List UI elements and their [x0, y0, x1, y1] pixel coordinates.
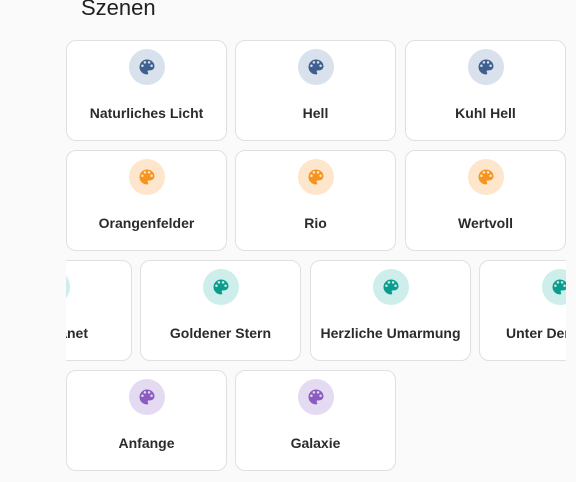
scene-row: Anfange Galaxie: [0, 370, 576, 471]
palette-icon: [202, 269, 239, 305]
palette-icon: [372, 269, 409, 305]
scene-label: Anfange: [118, 435, 175, 451]
palette-icon: [128, 159, 165, 195]
scene-row-scroller[interactable]: anet Goldener Stern Herzliche Umarmung U…: [66, 260, 566, 361]
scene-card[interactable]: Anfange: [66, 370, 227, 471]
scene-label: Goldener Stern: [169, 325, 272, 341]
palette-icon: [66, 269, 70, 305]
scene-label: Orangenfelder: [98, 215, 195, 231]
scene-label: Rio: [304, 215, 327, 231]
scene-label: Naturliches Licht: [89, 105, 204, 121]
palette-icon: [467, 49, 504, 85]
section-title: Szenen: [81, 0, 156, 20]
scene-card[interactable]: Rio: [235, 150, 396, 251]
scene-label: Herzliche Umarmung: [320, 325, 461, 341]
palette-icon: [128, 49, 165, 85]
scene-card[interactable]: Galaxie: [235, 370, 396, 471]
palette-icon: [297, 159, 334, 195]
scene-card[interactable]: Orangenfelder: [66, 150, 227, 251]
palette-icon: [297, 379, 334, 415]
scene-label: Kuhl Hell: [455, 105, 516, 121]
scene-card[interactable]: Naturliches Licht: [66, 40, 227, 141]
scene-label: Unter Den: [506, 325, 566, 341]
scene-label: anet: [66, 325, 88, 341]
scene-card[interactable]: Goldener Stern: [140, 260, 301, 361]
scene-card[interactable]: Hell: [235, 40, 396, 141]
scene-label: Wertvoll: [458, 215, 513, 231]
palette-icon: [467, 159, 504, 195]
palette-icon: [128, 379, 165, 415]
palette-icon: [541, 269, 566, 305]
scene-card[interactable]: Wertvoll: [405, 150, 566, 251]
scene-row: Orangenfelder Rio Wertvoll: [0, 150, 576, 251]
scene-label: Hell: [302, 105, 329, 121]
scene-row: Naturliches Licht Hell Kuhl Hell: [0, 40, 576, 141]
scene-card[interactable]: Herzliche Umarmung: [310, 260, 471, 361]
scene-card[interactable]: Kuhl Hell: [405, 40, 566, 141]
palette-icon: [297, 49, 334, 85]
scene-card[interactable]: Unter Den: [479, 260, 566, 361]
scene-card[interactable]: anet: [66, 260, 132, 361]
scene-label: Galaxie: [290, 435, 341, 451]
